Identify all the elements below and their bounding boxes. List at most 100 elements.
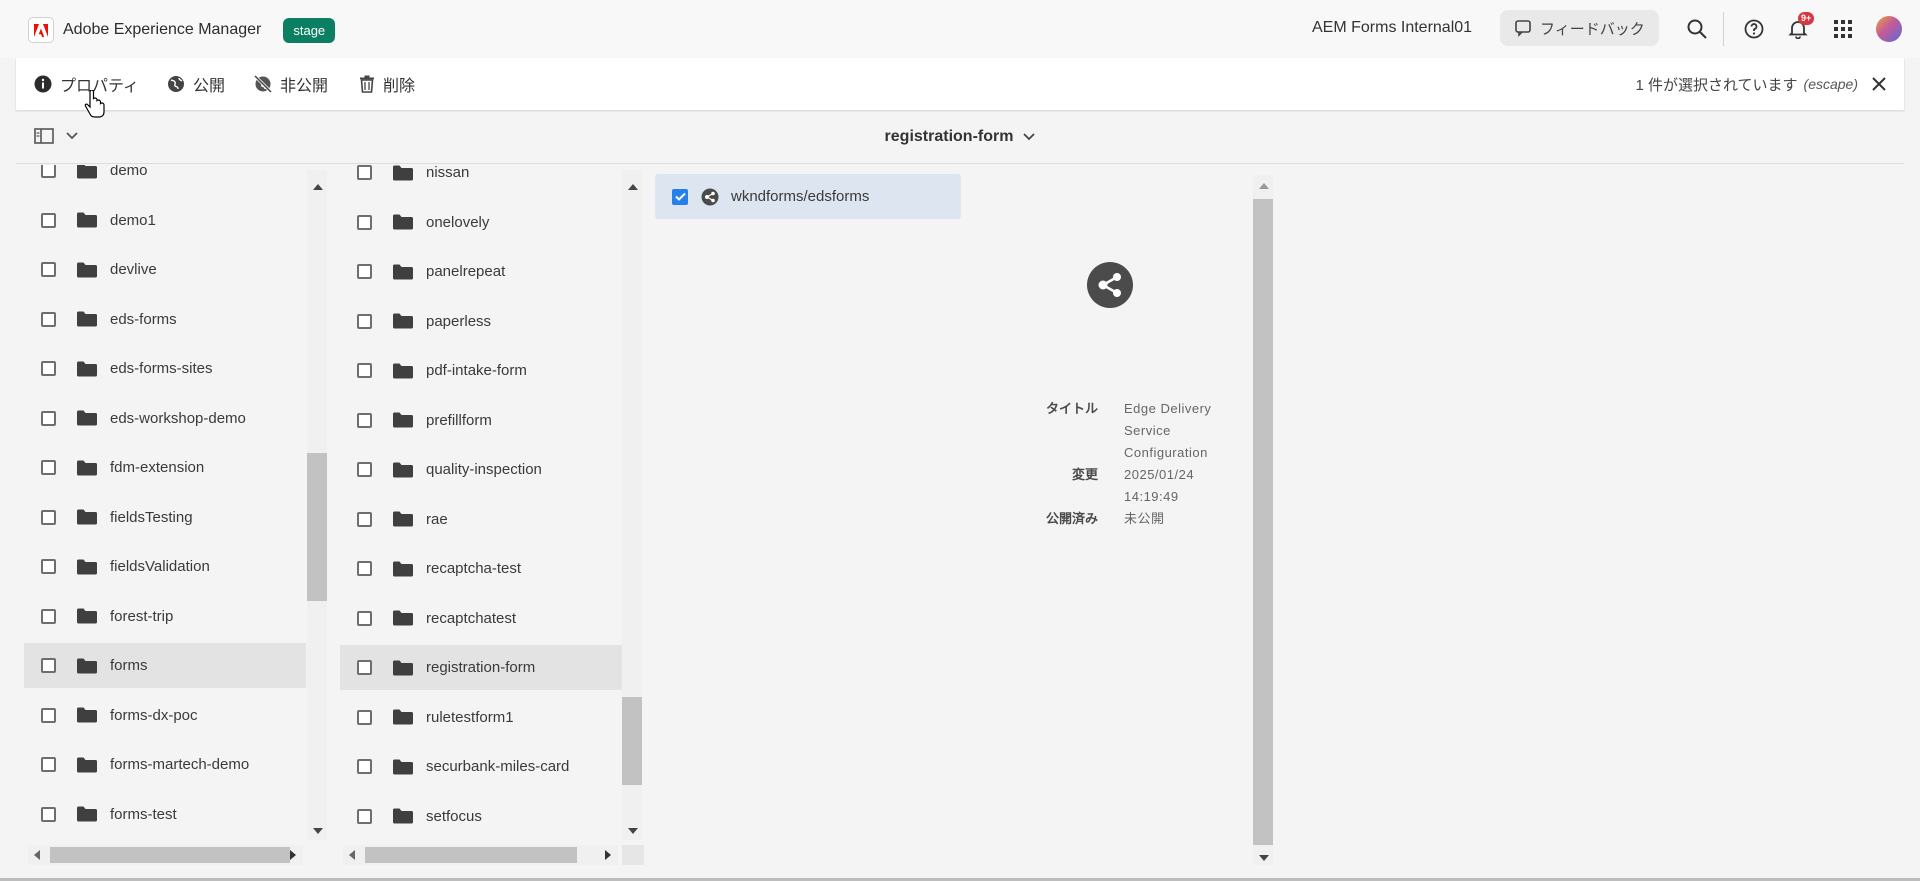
list-item[interactable]: onelovely xyxy=(340,200,622,245)
row-checkbox[interactable] xyxy=(357,214,372,230)
list-item[interactable]: eds-forms-sites xyxy=(24,346,306,391)
row-checkbox[interactable] xyxy=(357,313,372,329)
row-checkbox[interactable] xyxy=(41,559,56,574)
list-item[interactable]: ruletestform1 xyxy=(340,695,622,740)
list-item[interactable]: devlive xyxy=(24,247,306,292)
list-item-label: fieldsTesting xyxy=(110,508,193,526)
list-item[interactable]: demo1 xyxy=(24,198,306,243)
help-button[interactable] xyxy=(1739,14,1769,44)
scroll-down-arrow-icon[interactable] xyxy=(313,828,323,834)
breadcrumb[interactable]: registration-form xyxy=(16,128,1904,146)
unpublish-button[interactable]: 非公開 xyxy=(254,58,328,110)
list-item[interactable]: forms-test xyxy=(24,792,306,837)
meta-title-key: タイトル xyxy=(1045,401,1098,416)
scroll-right-arrow-icon[interactable] xyxy=(605,850,611,860)
notifications-button[interactable]: 9+ xyxy=(1783,12,1815,44)
folder-icon xyxy=(393,462,413,477)
search-icon xyxy=(1687,19,1707,39)
list-item[interactable]: fieldsTesting xyxy=(24,495,306,540)
list-item[interactable]: recaptcha-test xyxy=(340,546,622,591)
row-checkbox[interactable] xyxy=(357,462,372,477)
row-checkbox[interactable] xyxy=(41,165,56,178)
list-item[interactable]: forms-martech-demo xyxy=(24,742,306,787)
list-item[interactable]: paperless xyxy=(340,299,622,344)
scroll-left-arrow-icon[interactable] xyxy=(349,850,355,860)
row-checkbox[interactable] xyxy=(41,658,56,673)
row-checkbox[interactable] xyxy=(41,212,56,228)
row-checkbox[interactable] xyxy=(357,412,372,428)
list-item[interactable]: eds-forms xyxy=(24,297,306,342)
column-1-scroll-thumb[interactable] xyxy=(307,453,327,601)
list-item[interactable]: panelrepeat xyxy=(340,249,622,294)
row-checkbox[interactable] xyxy=(357,610,372,626)
globe-strike-icon xyxy=(254,75,272,93)
row-checkbox[interactable] xyxy=(41,757,56,772)
scroll-corner xyxy=(622,845,644,865)
item-checkbox-checked[interactable] xyxy=(672,188,688,205)
column-1-scrollbar[interactable] xyxy=(307,170,327,840)
list-item[interactable]: forest-trip xyxy=(24,594,306,639)
row-checkbox[interactable] xyxy=(41,311,56,327)
scroll-up-arrow-icon[interactable] xyxy=(1259,183,1269,189)
row-checkbox[interactable] xyxy=(357,709,372,725)
delete-button[interactable]: 削除 xyxy=(359,58,415,110)
row-checkbox[interactable] xyxy=(357,660,372,675)
list-item[interactable]: recaptchatest xyxy=(340,596,622,641)
selected-item-card[interactable]: wkndforms/edsforms xyxy=(655,174,961,219)
list-item[interactable]: fdm-extension xyxy=(24,445,306,490)
row-checkbox[interactable] xyxy=(41,410,56,426)
feedback-button[interactable]: フィードバック xyxy=(1500,10,1659,46)
column-1-hscrollbar[interactable] xyxy=(28,845,303,865)
row-checkbox[interactable] xyxy=(41,608,56,624)
row-checkbox[interactable] xyxy=(41,361,56,376)
row-checkbox[interactable] xyxy=(41,509,56,525)
row-checkbox[interactable] xyxy=(41,707,56,723)
clear-selection-button[interactable] xyxy=(1868,73,1890,95)
column-2-hscrollbar[interactable] xyxy=(343,845,618,865)
column-3-scrollbar[interactable] xyxy=(1253,175,1273,865)
column-2-hscroll-thumb[interactable] xyxy=(365,847,577,863)
list-item[interactable]: forms xyxy=(24,643,306,688)
org-switcher[interactable]: AEM Forms Internal01 xyxy=(1298,10,1486,46)
row-checkbox[interactable] xyxy=(357,511,372,527)
list-item[interactable]: fieldsValidation xyxy=(24,544,306,589)
list-item[interactable]: forms-dx-poc xyxy=(24,693,306,738)
scroll-right-arrow-icon[interactable] xyxy=(290,850,296,860)
list-item[interactable]: eds-workshop-demo xyxy=(24,396,306,441)
column-2-scroll-thumb[interactable] xyxy=(622,697,642,785)
scroll-up-arrow-icon[interactable] xyxy=(628,184,638,190)
search-button[interactable] xyxy=(1682,14,1712,44)
list-item[interactable]: quality-inspection xyxy=(340,447,622,492)
list-item[interactable]: demo xyxy=(24,165,306,193)
row-checkbox[interactable] xyxy=(357,759,372,774)
scroll-down-arrow-icon[interactable] xyxy=(628,828,638,834)
app-switcher-button[interactable] xyxy=(1828,14,1858,44)
app-brand[interactable]: Adobe Experience Manager stage xyxy=(28,17,336,43)
row-checkbox[interactable] xyxy=(41,262,56,277)
row-checkbox[interactable] xyxy=(41,806,56,822)
row-checkbox[interactable] xyxy=(357,808,372,824)
row-checkbox[interactable] xyxy=(357,363,372,378)
row-checkbox[interactable] xyxy=(357,165,372,180)
list-item[interactable]: nissan xyxy=(340,165,622,195)
row-checkbox[interactable] xyxy=(357,561,372,576)
list-item[interactable]: prefillform xyxy=(340,398,622,443)
scroll-down-arrow-icon[interactable] xyxy=(1259,855,1269,861)
publish-button[interactable]: 公開 xyxy=(167,58,225,110)
scroll-up-arrow-icon[interactable] xyxy=(313,184,323,190)
list-item[interactable]: setfocus xyxy=(340,794,622,839)
scroll-left-arrow-icon[interactable] xyxy=(34,850,40,860)
list-item[interactable]: rae xyxy=(340,497,622,542)
row-checkbox[interactable] xyxy=(357,264,372,279)
column-1-hscroll-thumb[interactable] xyxy=(50,847,290,863)
preview-metadata: タイトル Edge Delivery Service Configuration… xyxy=(1000,398,1240,530)
column-3-scroll-thumb[interactable] xyxy=(1253,199,1273,845)
list-item[interactable]: pdf-intake-form xyxy=(340,348,622,393)
user-avatar[interactable] xyxy=(1876,16,1902,42)
list-item[interactable]: securbank-miles-card xyxy=(340,744,622,789)
list-item[interactable]: registration-form xyxy=(340,645,622,690)
row-checkbox[interactable] xyxy=(41,460,56,475)
column-2-scrollbar[interactable] xyxy=(622,170,642,840)
list-item-label: forms-martech-demo xyxy=(110,756,250,773)
help-icon xyxy=(1744,19,1764,39)
